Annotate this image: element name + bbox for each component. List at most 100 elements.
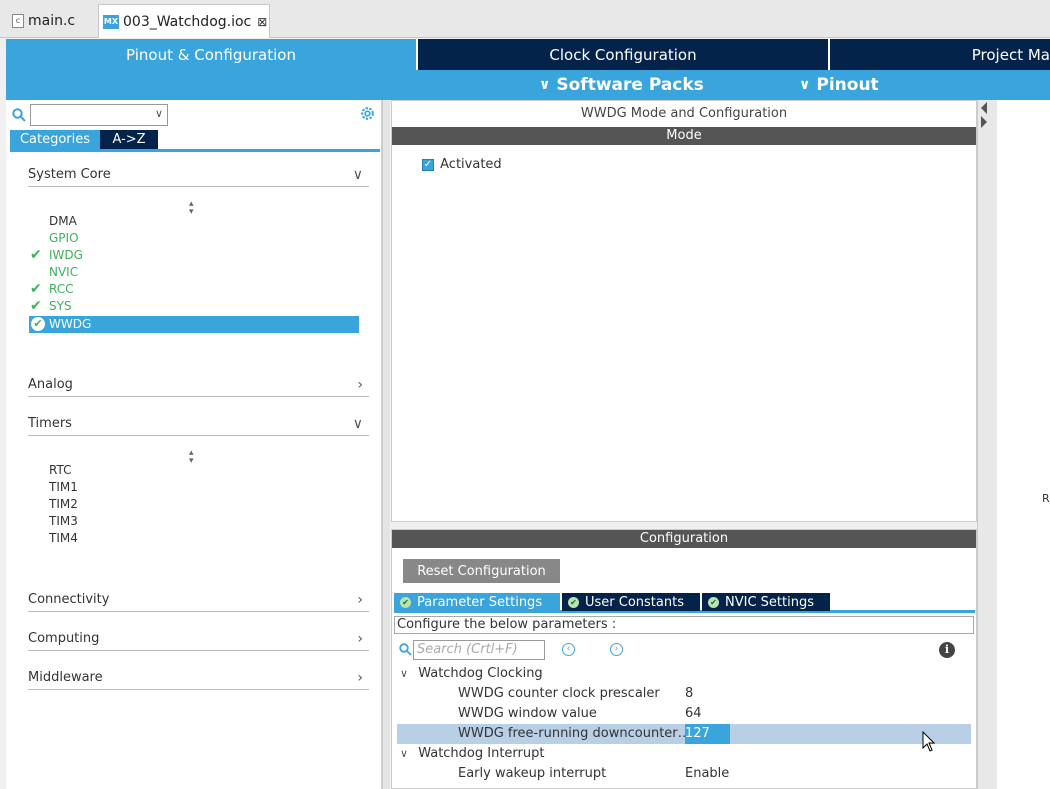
param-row-window-value[interactable]: WWDG window value 64 <box>397 704 971 724</box>
section-label: System Core <box>28 167 111 182</box>
check-icon: ✔ <box>30 247 42 263</box>
mx-icon: MX <box>103 14 119 29</box>
pinout-label: Pinout <box>816 75 879 95</box>
configuration-panel: Configuration Reset Configuration ✔ Para… <box>391 529 977 789</box>
activated-checkbox[interactable]: ✓ <box>422 158 434 171</box>
section-label: Computing <box>28 631 100 646</box>
c-file-icon: c <box>12 14 24 28</box>
list-item-tim2[interactable]: TIM2 <box>49 496 78 513</box>
previous-result-icon[interactable]: ‹ <box>562 643 575 656</box>
chevron-down-icon: ∨ <box>352 166 363 183</box>
section-connectivity[interactable]: Connectivity › <box>28 588 369 612</box>
software-packs-menu[interactable]: ∨ Software Packs <box>539 70 704 100</box>
param-name: Early wakeup interrupt <box>458 766 607 781</box>
pinout-menu[interactable]: ∨ Pinout <box>799 70 879 100</box>
list-item-iwdg[interactable]: IWDG <box>49 247 83 264</box>
panel-splitter[interactable] <box>382 100 390 789</box>
param-value[interactable]: 64 <box>685 704 702 724</box>
group-watchdog-interrupt[interactable]: ∨ Watchdog Interrupt <box>400 744 544 764</box>
next-result-icon[interactable]: › <box>610 643 623 656</box>
section-timers[interactable]: Timers ∨ <box>28 412 369 436</box>
tab-pinout-configuration[interactable]: Pinout & Configuration <box>6 39 418 70</box>
editor-tab-bar: c main.c MX 003_Watchdog.ioc ⊠ <box>0 0 1050 38</box>
configure-description: Configure the below parameters : <box>394 616 974 634</box>
check-circle-icon: ✔ <box>31 317 45 331</box>
chevron-down-icon: ∨ <box>539 77 551 93</box>
chevron-down-icon: ∨ <box>154 107 163 120</box>
parameter-search-input[interactable]: Search (Crtl+F) <box>413 640 545 660</box>
info-icon[interactable]: i <box>939 642 955 658</box>
param-value[interactable]: Enable <box>685 764 729 784</box>
list-item-tim3[interactable]: TIM3 <box>49 513 78 530</box>
sort-icon[interactable]: ▴ ▾ <box>189 449 194 466</box>
param-value[interactable]: 8 <box>685 684 693 704</box>
tab-clock-configuration[interactable]: Clock Configuration <box>418 39 830 70</box>
chevron-right-icon: › <box>357 669 363 686</box>
list-item-tim1[interactable]: TIM1 <box>49 479 78 496</box>
group-label: Watchdog Interrupt <box>418 746 545 761</box>
section-label: Connectivity <box>28 592 110 607</box>
tab-user-constants[interactable]: ✔ User Constants <box>562 593 700 611</box>
section-middleware[interactable]: Middleware › <box>28 666 369 690</box>
category-search-combo[interactable]: ∨ <box>30 104 168 126</box>
activated-checkbox-row[interactable]: ✓ Activated <box>422 157 502 172</box>
tab-nvic-settings[interactable]: ✔ NVIC Settings <box>702 593 830 611</box>
section-label: Timers <box>28 416 72 431</box>
section-label: Analog <box>28 377 73 392</box>
category-search: ∨ <box>12 104 168 126</box>
pin-label: R <box>1042 492 1050 505</box>
mouse-cursor-icon <box>922 731 936 752</box>
collapse-arrows-icon[interactable] <box>979 100 989 130</box>
param-name: WWDG free-running downcounter… <box>458 726 691 741</box>
right-splitter[interactable] <box>977 100 997 789</box>
tab-project-manager[interactable]: Project Ma <box>830 39 1050 70</box>
list-item-gpio[interactable]: GPIO <box>49 230 79 247</box>
tab-label: NVIC Settings <box>725 594 814 610</box>
list-item-tim4[interactable]: TIM4 <box>49 530 78 547</box>
list-item-label: WWDG <box>49 317 92 331</box>
section-label: Middleware <box>28 670 103 685</box>
search-icon <box>399 643 412 656</box>
tab-categories[interactable]: Categories <box>10 130 100 149</box>
param-row-downcounter[interactable]: WWDG free-running downcounter… 127 <box>397 724 971 744</box>
list-item-nvic[interactable]: NVIC <box>49 264 78 281</box>
close-icon[interactable]: ⊠ <box>257 15 267 29</box>
section-system-core[interactable]: System Core ∨ <box>28 163 369 187</box>
list-item-rtc[interactable]: RTC <box>49 462 71 479</box>
software-packs-label: Software Packs <box>556 75 704 95</box>
list-item-sys[interactable]: SYS <box>49 298 72 315</box>
check-circle-icon: ✔ <box>568 596 579 608</box>
tab-label: Parameter Settings <box>417 594 543 610</box>
param-row-early-wakeup[interactable]: Early wakeup interrupt Enable <box>397 764 971 784</box>
editor-tab-ioc[interactable]: MX 003_Watchdog.ioc ⊠ <box>98 4 270 38</box>
activated-label: Activated <box>440 157 502 172</box>
chevron-right-icon: › <box>357 376 363 393</box>
list-item-wwdg[interactable]: ✔ WWDG <box>29 316 359 333</box>
category-tabs: Categories A->Z <box>10 130 380 152</box>
check-icon: ✔ <box>30 281 42 297</box>
sub-navigation: ∨ Software Packs ∨ Pinout <box>6 70 1050 100</box>
pinout-view-area: R <box>997 100 1050 789</box>
group-watchdog-clocking[interactable]: ∨ Watchdog Clocking <box>400 664 543 684</box>
panel-title: WWDG Mode and Configuration <box>580 106 788 121</box>
list-item-dma[interactable]: DMA <box>49 213 77 230</box>
chevron-right-icon: › <box>357 630 363 647</box>
editor-tab-label: main.c <box>28 13 76 29</box>
section-analog[interactable]: Analog › <box>28 373 369 397</box>
list-item-rcc[interactable]: RCC <box>49 281 74 298</box>
tab-label: User Constants <box>585 594 684 610</box>
tab-parameter-settings[interactable]: ✔ Parameter Settings <box>394 593 560 611</box>
gear-icon[interactable] <box>359 105 376 122</box>
param-name: WWDG counter clock prescaler <box>458 686 660 701</box>
check-circle-icon: ✔ <box>400 596 411 608</box>
param-value[interactable]: 127 <box>685 724 730 744</box>
reset-configuration-button[interactable]: Reset Configuration <box>403 559 560 583</box>
sort-icon[interactable]: ▴ ▾ <box>189 200 194 217</box>
tab-a-z[interactable]: A->Z <box>100 130 158 149</box>
editor-tab-main-c[interactable]: c main.c <box>8 4 96 38</box>
search-icon <box>12 108 26 122</box>
section-computing[interactable]: Computing › <box>28 627 369 651</box>
check-icon: ✔ <box>30 298 42 314</box>
editor-tab-label: 003_Watchdog.ioc <box>123 13 252 30</box>
param-row-prescaler[interactable]: WWDG counter clock prescaler 8 <box>397 684 971 704</box>
